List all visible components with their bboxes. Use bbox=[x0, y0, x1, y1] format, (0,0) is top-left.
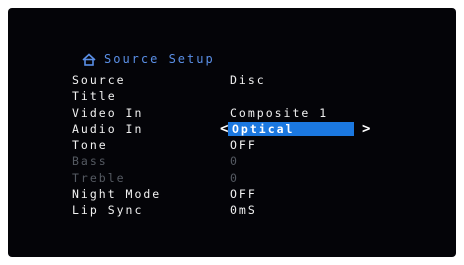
menu-item-label: Bass bbox=[72, 154, 108, 169]
menu-item-label: Lip Sync bbox=[72, 203, 144, 218]
menu-item-value: Disc bbox=[230, 73, 266, 87]
menu-item-label: Tone bbox=[72, 138, 108, 153]
selected-value[interactable]: Optical bbox=[228, 122, 354, 136]
osd-screen: Source Setup Source Disc Title Video In … bbox=[8, 8, 456, 257]
menu-item-value: Composite 1 bbox=[230, 105, 329, 120]
menu-item-tone[interactable]: Tone OFF bbox=[72, 137, 412, 153]
menu-item-value: OFF bbox=[230, 187, 257, 202]
settings-list: Source Disc Title Video In Composite 1 A… bbox=[72, 72, 412, 219]
menu-item-audio-in[interactable]: Audio In < Optical > bbox=[72, 121, 412, 137]
menu-item-night-mode[interactable]: Night Mode OFF bbox=[72, 186, 412, 202]
menu-item-label: Audio In bbox=[72, 121, 144, 136]
menu-title: Source Setup bbox=[104, 52, 215, 66]
menu-item-lip-sync[interactable]: Lip Sync 0mS bbox=[72, 202, 412, 218]
menu-header: Source Setup bbox=[82, 50, 215, 68]
menu-item-title[interactable]: Title bbox=[72, 88, 412, 104]
menu-item-treble: Treble 0 bbox=[72, 170, 412, 186]
menu-item-value: 0 bbox=[230, 170, 239, 185]
menu-item-value: OFF bbox=[230, 138, 257, 153]
menu-item-value: 0 bbox=[230, 154, 239, 169]
menu-item-value: 0mS bbox=[230, 203, 257, 218]
menu-item-label: Night Mode bbox=[72, 187, 162, 202]
menu-item-source[interactable]: Source Disc bbox=[72, 72, 412, 88]
home-icon bbox=[82, 52, 96, 66]
menu-item-bass: Bass 0 bbox=[72, 153, 412, 169]
menu-item-video-in[interactable]: Video In Composite 1 bbox=[72, 105, 412, 121]
menu-item-label: Treble bbox=[72, 170, 126, 185]
menu-item-label: Title bbox=[72, 89, 117, 104]
menu-item-label: Source bbox=[72, 73, 126, 87]
menu-item-label: Video In bbox=[72, 105, 144, 120]
chevron-right-icon[interactable]: > bbox=[362, 121, 370, 137]
